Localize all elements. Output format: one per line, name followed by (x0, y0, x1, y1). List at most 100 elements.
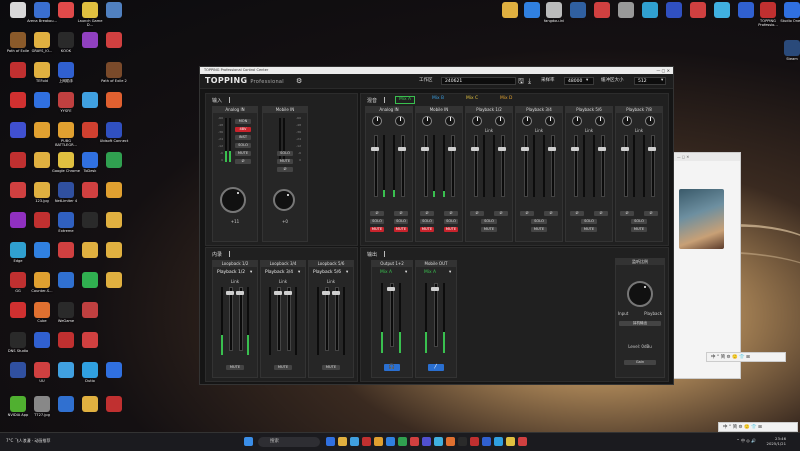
save-icon[interactable]: 🖫 (518, 77, 524, 85)
taskbar-app-icon[interactable] (446, 437, 455, 446)
fader-right[interactable] (601, 135, 605, 197)
taskbar-app-icon[interactable] (410, 437, 419, 446)
weather-widget[interactable]: 7°C 飞人浪漫 · 动画推荐 (6, 438, 50, 444)
output-source-select[interactable]: Mix A (380, 270, 392, 275)
output-fader-handle[interactable] (431, 287, 439, 291)
mute-button[interactable]: MUTE (531, 227, 547, 232)
phase-button-left[interactable]: Ø (470, 211, 484, 216)
analog-button-mute[interactable]: MUTE (235, 151, 251, 156)
system-tray[interactable]: ⌃ 中 ◎ 🔊 (736, 438, 756, 444)
desktop-shortcut-icon[interactable]: Steam (776, 40, 800, 66)
headphone-output-button[interactable]: 耳机输出 (619, 321, 661, 326)
analog-button-solo[interactable]: SOLO (235, 143, 251, 148)
loopback-fader-handle-right[interactable] (332, 291, 340, 295)
desktop-shortcut-icon[interactable]: 上网助手 (50, 62, 82, 88)
analog-gain-knob[interactable] (220, 187, 246, 213)
pan-knob-left[interactable] (372, 116, 382, 126)
gain-button[interactable]: Gain (624, 360, 656, 365)
fader-handle-left[interactable] (621, 147, 629, 151)
mute-button[interactable]: MUTE (274, 365, 292, 370)
output-fader[interactable] (390, 283, 394, 347)
desktop-shortcut-icon[interactable] (98, 272, 130, 298)
taskbar-app-icon[interactable] (326, 437, 335, 446)
fader-handle-left[interactable] (421, 147, 429, 151)
workspace-input[interactable]: 240621 (441, 77, 516, 85)
desktop-shortcut-icon[interactable]: Path of Exile 2 (98, 62, 130, 88)
monitor-blend-knob[interactable] (627, 281, 653, 307)
chevron-down-icon[interactable]: ▾ (346, 270, 348, 275)
pan-knob-right[interactable] (395, 116, 405, 126)
loopback-fader-handle[interactable] (274, 291, 282, 295)
analog-button-mon[interactable]: MON (235, 119, 251, 124)
fader-left[interactable] (474, 135, 478, 197)
fader-left[interactable] (424, 135, 428, 197)
mute-button[interactable]: MUTE (481, 227, 497, 232)
taskbar-search[interactable]: 搜索 (258, 437, 320, 447)
window-controls[interactable]: — ▢ ✕ (656, 67, 670, 74)
taskbar-app-icon[interactable] (518, 437, 527, 446)
taskbar-app-icon[interactable] (362, 437, 371, 446)
taskbar-app-icon[interactable] (470, 437, 479, 446)
chevron-down-icon[interactable]: ▾ (661, 77, 663, 85)
output-source-select[interactable]: Mix A (424, 270, 436, 275)
pan-knob-right[interactable] (645, 116, 655, 126)
desktop-shortcut-icon[interactable] (98, 2, 130, 28)
mute-button[interactable]: MUTE (226, 365, 244, 370)
desktop-shortcut-icon[interactable] (74, 332, 106, 358)
phase-button-left[interactable]: Ø (420, 211, 434, 216)
phase-button-right[interactable]: Ø (494, 211, 508, 216)
analog-button-x[interactable]: Ø (235, 159, 251, 164)
solo-button[interactable]: SOLO (370, 219, 384, 224)
phase-button-left[interactable]: Ø (570, 211, 584, 216)
fader-handle-right[interactable] (448, 147, 456, 151)
pan-knob-left[interactable] (572, 116, 582, 126)
mobile-gain-knob[interactable] (273, 189, 295, 211)
fader-right[interactable] (451, 135, 455, 197)
pan-knob-left[interactable] (622, 116, 632, 126)
chevron-down-icon[interactable]: ▾ (449, 270, 451, 275)
phase-button-right[interactable]: Ø (544, 211, 558, 216)
loopback-fader-handle[interactable] (322, 291, 330, 295)
taskbar-app-icon[interactable] (338, 437, 347, 446)
loopback-fader-right[interactable] (287, 287, 291, 351)
phase-button-left[interactable]: Ø (370, 211, 384, 216)
tab-mix-b[interactable]: Mix B (429, 96, 447, 102)
tab-mix-d[interactable]: Mix D (497, 96, 515, 102)
pan-knob-left[interactable] (472, 116, 482, 126)
fader-handle-right[interactable] (398, 147, 406, 151)
fader-handle-right[interactable] (498, 147, 506, 151)
loopback-fader[interactable] (325, 287, 329, 351)
taskbar-app-icon[interactable] (350, 437, 359, 446)
solo-button[interactable]: SOLO (631, 219, 647, 224)
mute-button[interactable]: MUTE (420, 227, 434, 232)
taskbar-app-icon[interactable] (386, 437, 395, 446)
mobile-button-x[interactable]: Ø (277, 167, 293, 172)
fader-handle-right[interactable] (598, 147, 606, 151)
desktop-shortcut-icon[interactable]: Studio One 6 (776, 2, 800, 28)
gear-icon[interactable]: ⚙ (296, 77, 302, 85)
pan-knob-left[interactable] (522, 116, 532, 126)
fader-handle-left[interactable] (521, 147, 529, 151)
pan-knob-left[interactable] (422, 116, 432, 126)
fader-left[interactable] (624, 135, 628, 197)
analog-button-48v[interactable]: 48V (235, 127, 251, 132)
desktop-shortcut-icon[interactable] (98, 182, 130, 208)
desktop-shortcut-icon[interactable] (98, 92, 130, 118)
tab-mix-c[interactable]: Mix C (463, 96, 481, 102)
chevron-down-icon[interactable]: ▾ (298, 270, 300, 275)
solo-button[interactable]: SOLO (581, 219, 597, 224)
pan-knob-right[interactable] (495, 116, 505, 126)
fader-handle-right[interactable] (648, 147, 656, 151)
desktop-shortcut-icon[interactable] (74, 302, 106, 328)
loopback-source-select[interactable]: Playback 1/2 (217, 270, 245, 275)
pan-knob-right[interactable] (445, 116, 455, 126)
solo-button-right[interactable]: SOLO (444, 219, 458, 224)
mute-button[interactable]: MUTE (581, 227, 597, 232)
loopback-fader[interactable] (229, 287, 233, 351)
ime-toolbar-floating[interactable]: 中 ° 简 ⚙ 🙂 👕 ⊞ (706, 352, 786, 362)
sample-rate-select[interactable]: 48000 (564, 77, 594, 85)
taskbar-app-icon[interactable] (494, 437, 503, 446)
fader-handle-right[interactable] (548, 147, 556, 151)
desktop-shortcut-icon[interactable] (98, 362, 130, 388)
headphone-icon[interactable]: 🎧 (384, 364, 400, 371)
